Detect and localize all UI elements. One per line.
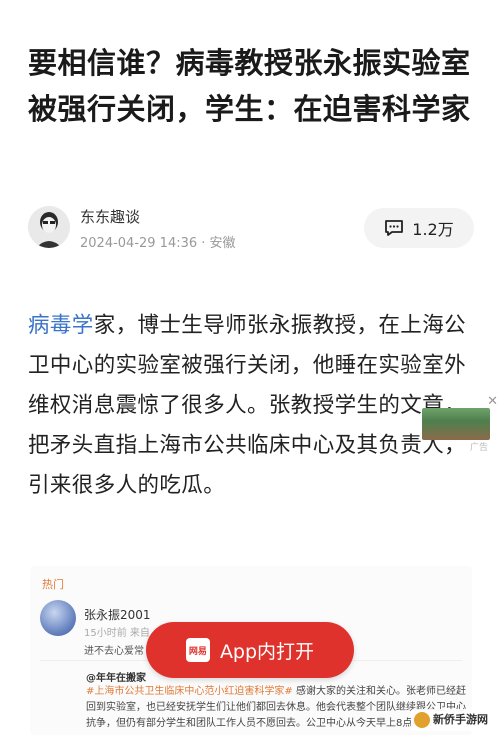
author-name[interactable]: 东东趣谈 [80, 206, 140, 227]
embed-paragraph: #上海市公共卫生临床中心范小红迫害科学家# 感谢大家的关注和关心。张老师已经赶回… [86, 684, 466, 732]
comment-count: 1.2万 [412, 220, 454, 239]
site-watermark: 新侨手游网 [411, 709, 494, 731]
article-body: 病毒学家，博士生导师张永振教授，在上海公卫中心的实验室被强行关闭，他睡在实验室外… [28, 306, 478, 506]
comment-icon [385, 220, 404, 236]
article-title: 要相信谁？病毒教授张永振实验室被强行关闭，学生：在迫害科学家 [28, 46, 471, 126]
ad-thumbnail[interactable] [422, 408, 490, 440]
embed-username: 张永振2001 [84, 608, 151, 622]
author-avatar[interactable] [28, 206, 70, 248]
embed-time: 15小时前 来自 [84, 628, 150, 639]
ad-close-icon[interactable]: ✕ [487, 394, 498, 409]
embed-hot-label: 热门 [42, 578, 64, 591]
embed-hashtag: #上海市公共卫生临床中心范小红迫害科学家# [86, 686, 293, 697]
article-body-text: 家，博士生导师张永振教授，在上海公卫中心的实验室被强行关闭，他睡在实验室外维权消… [28, 313, 467, 498]
embed-avatar [40, 600, 76, 636]
open-in-app-label: App内打开 [219, 640, 315, 663]
comment-button[interactable]: 1.2万 [364, 208, 474, 248]
watermark-text: 新侨手游网 [433, 713, 488, 726]
ad-label: 广告 [469, 443, 488, 453]
embed-repost-user: @年年在搬家 [86, 673, 146, 684]
netease-logo-icon: 网易 [185, 638, 210, 662]
watermark-logo-icon [414, 712, 430, 728]
embed-text: 进不去心爱常 [84, 646, 144, 657]
author-row: 东东趣谈 2024-04-29 14:36 · 安徽 1.2万 [28, 204, 474, 254]
post-meta: 2024-04-29 14:36 · 安徽 [80, 236, 236, 251]
keyword-link[interactable]: 病毒学 [28, 313, 94, 338]
open-in-app-button[interactable]: 网易 App内打开 [146, 622, 354, 678]
